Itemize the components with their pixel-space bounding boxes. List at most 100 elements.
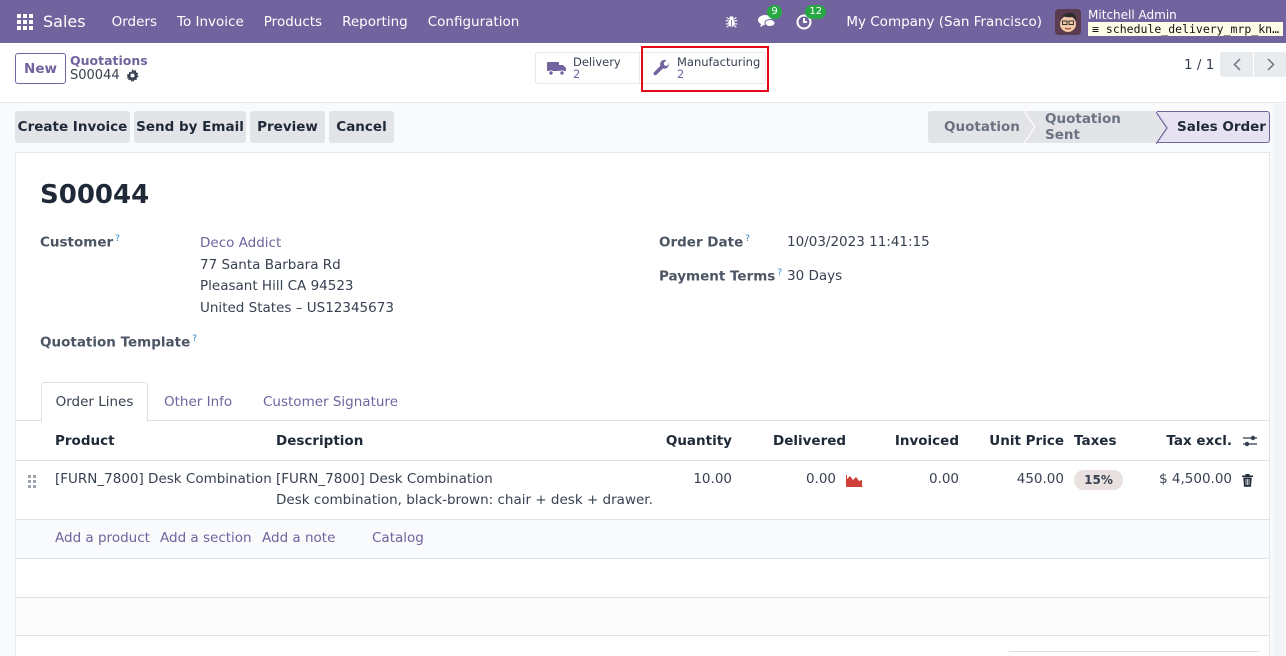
company-switcher[interactable]: My Company (San Francisco) [846, 14, 1042, 30]
totals-divider [1009, 651, 1259, 652]
control-panel: New Quotations S00044 Delivery 2 Manufac… [0, 43, 1286, 103]
stage-sales-order[interactable]: Sales Order [1156, 111, 1270, 144]
delivery-count: 2 [573, 67, 581, 81]
line-quantity[interactable]: 10.00 [693, 471, 732, 487]
top-navbar: Sales Orders To Invoice Products Reporti… [0, 0, 1286, 43]
tab-other-info[interactable]: Other Info [164, 382, 232, 421]
preview-button[interactable]: Preview [250, 111, 325, 143]
menu-orders[interactable]: Orders [102, 14, 167, 30]
stage-quotation-label: Quotation [944, 119, 1020, 135]
line-product[interactable]: [FURN_7800] Desk Combination [55, 471, 272, 487]
column-description[interactable]: Description [276, 433, 363, 449]
payment-terms-field[interactable]: 30 Days [787, 268, 842, 284]
menu-products[interactable]: Products [254, 14, 332, 30]
help-icon[interactable]: ? [115, 234, 120, 244]
line-description-title[interactable]: [FURN_7800] Desk Combination [276, 471, 493, 487]
stage-quotation[interactable]: Quotation [928, 111, 1024, 143]
line-tax-badge[interactable]: 15% [1074, 470, 1123, 490]
apps-grid-icon[interactable] [17, 13, 33, 30]
column-taxes[interactable]: Taxes [1074, 433, 1116, 449]
pager-previous-button[interactable] [1220, 52, 1253, 77]
order-date-label: Order Date? [659, 234, 751, 251]
manufacturing-label: Manufacturing [677, 55, 761, 69]
order-lines-header: Product Description Quantity Delivered I… [16, 422, 1269, 461]
pager-buttons [1220, 52, 1286, 77]
user-avatar[interactable] [1055, 8, 1082, 35]
stage-quotation-sent[interactable]: Quotation Sent [1024, 111, 1157, 143]
line-invoiced: 0.00 [928, 471, 959, 487]
quotation-template-label: Quotation Template? [40, 334, 198, 351]
column-settings-icon[interactable] [1242, 434, 1258, 452]
stage-separator [1156, 112, 1168, 144]
delivery-smart-button[interactable]: Delivery 2 [535, 52, 640, 84]
database-icon: ≡ [1092, 21, 1106, 36]
customer-address-street: 77 Santa Barbara Rd [200, 257, 341, 273]
cancel-button[interactable]: Cancel [329, 111, 394, 143]
forecast-chart-icon[interactable] [846, 474, 863, 491]
form-sheet: S00044 Customer? Deco Addict 77 Santa Ba… [15, 152, 1270, 656]
chevron-right-icon [1266, 58, 1275, 71]
order-date-field[interactable]: 10/03/2023 11:41:15 [787, 234, 930, 250]
chevron-left-icon [1232, 58, 1241, 71]
tab-order-lines[interactable]: Order Lines [41, 382, 148, 422]
line-subtotal: $ 4,500.00 [1159, 471, 1232, 487]
customer-address-city: Pleasant Hill CA 94523 [200, 278, 354, 294]
column-delivered[interactable]: Delivered [773, 433, 846, 449]
column-unit-price[interactable]: Unit Price [989, 433, 1064, 449]
add-note-link[interactable]: Add a note [262, 530, 335, 546]
menu-configuration[interactable]: Configuration [418, 14, 530, 30]
stage-separator [1024, 111, 1036, 143]
app-name[interactable]: Sales [43, 12, 86, 31]
line-description-detail[interactable]: Desk combination, black-brown: chair + d… [276, 492, 653, 508]
menu-reporting[interactable]: Reporting [332, 14, 418, 30]
column-invoiced[interactable]: Invoiced [895, 433, 959, 449]
wrench-icon [653, 59, 671, 77]
main-menu: Orders To Invoice Products Reporting Con… [102, 14, 530, 30]
clock-icon[interactable]: 12 [796, 4, 827, 30]
help-icon[interactable]: ? [192, 334, 197, 344]
help-icon[interactable]: ? [745, 234, 750, 244]
payment-terms-label: Payment Terms? [659, 268, 783, 285]
notebook-tabs: Order Lines Other Info Customer Signatur… [16, 382, 1269, 422]
manufacturing-smart-button[interactable]: Manufacturing 2 [641, 52, 766, 84]
breadcrumb-current: S00044 [70, 68, 139, 83]
empty-row [16, 560, 1269, 598]
trash-icon[interactable] [1242, 474, 1253, 491]
column-quantity[interactable]: Quantity [666, 433, 732, 449]
breadcrumb-quotations[interactable]: Quotations [70, 53, 148, 68]
gear-icon[interactable] [126, 69, 139, 82]
catalog-link[interactable]: Catalog [372, 530, 424, 546]
user-menu[interactable]: Mitchell Admin ≡ schedule_delivery_mrp_k… [1088, 8, 1283, 36]
line-unit-price[interactable]: 450.00 [1017, 471, 1064, 487]
truck-icon [547, 60, 567, 76]
add-product-link[interactable]: Add a product [55, 530, 150, 546]
tab-customer-signature[interactable]: Customer Signature [263, 382, 398, 421]
pager-value[interactable]: 1 / 1 [1184, 57, 1214, 73]
add-section-link[interactable]: Add a section [160, 530, 252, 546]
help-icon[interactable]: ? [777, 268, 782, 278]
menu-to-invoice[interactable]: To Invoice [167, 14, 254, 30]
pager-next-button[interactable] [1254, 52, 1286, 77]
customer-field[interactable]: Deco Addict [200, 235, 281, 251]
send-by-email-button[interactable]: Send by Email [134, 111, 246, 143]
messages-count-badge: 9 [767, 5, 782, 19]
record-name: S00044 [70, 68, 120, 83]
column-tax-excl[interactable]: Tax excl. [1166, 433, 1232, 449]
stage-quotation-sent-label: Quotation Sent [1045, 111, 1121, 143]
column-product[interactable]: Product [55, 433, 115, 449]
delivery-label: Delivery [573, 55, 621, 69]
drag-handle-icon[interactable] [28, 475, 36, 488]
navbar-systray: 9 12 My Company (San Francisco) Mitchell… [725, 0, 1286, 43]
new-button[interactable]: New [15, 53, 66, 84]
page-scrollbar[interactable] [1273, 104, 1286, 656]
chat-icon[interactable]: 9 [758, 5, 782, 29]
create-invoice-button[interactable]: Create Invoice [15, 111, 130, 143]
status-bar: Quotation Quotation Sent Sales Order [928, 111, 1270, 144]
order-line-row[interactable]: [FURN_7800] Desk Combination [FURN_7800]… [16, 461, 1269, 520]
line-delivered: 0.00 [805, 471, 836, 487]
user-name: Mitchell Admin [1088, 7, 1177, 22]
empty-row [16, 598, 1269, 636]
bug-icon[interactable] [725, 15, 738, 28]
customer-label: Customer? [40, 234, 120, 251]
stage-sales-order-label: Sales Order [1177, 119, 1266, 135]
